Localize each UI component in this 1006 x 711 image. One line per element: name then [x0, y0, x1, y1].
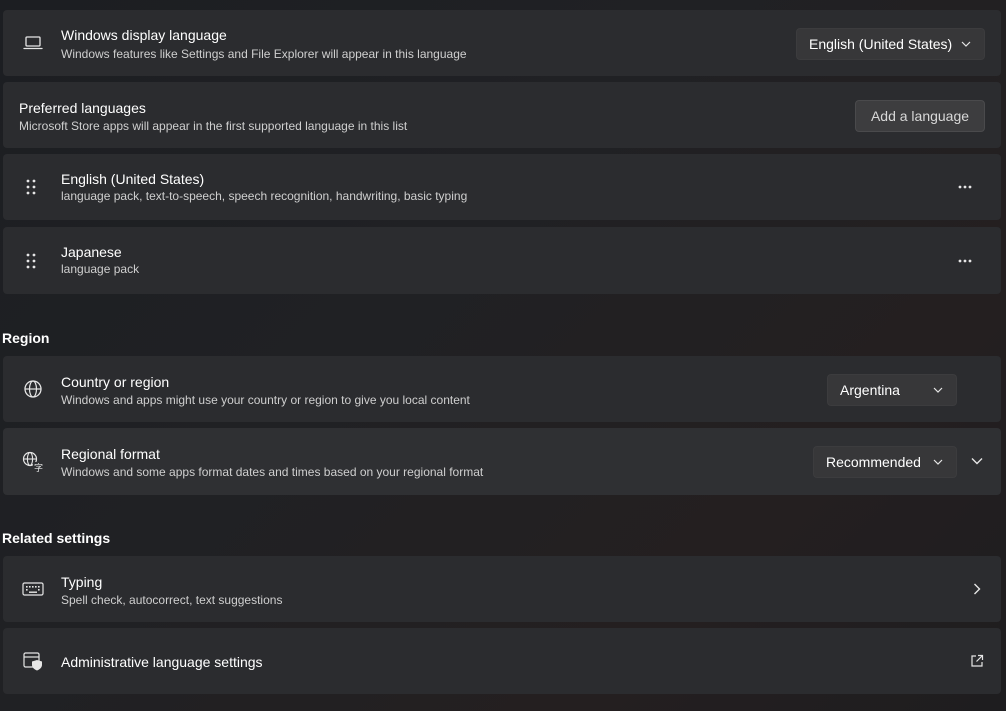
- keyboard-icon: [21, 577, 45, 601]
- display-language-title: Windows display language: [61, 27, 227, 43]
- chevron-down-icon: [932, 384, 944, 396]
- regional-format-value: Recommended: [826, 454, 921, 470]
- typing-card[interactable]: Typing Spell check, autocorrect, text su…: [3, 556, 1001, 622]
- add-language-button[interactable]: Add a language: [855, 100, 985, 132]
- regional-format-description: Windows and some apps format dates and t…: [61, 465, 484, 479]
- preferred-languages-title: Preferred languages: [19, 100, 146, 116]
- country-region-description: Windows and apps might use your country …: [61, 393, 470, 407]
- regional-format-card[interactable]: 字 Regional format Windows and some apps …: [3, 428, 1001, 495]
- laptop-icon: [21, 31, 45, 55]
- language-item-name: Japanese: [61, 244, 122, 260]
- country-region-card: Country or region Windows and apps might…: [3, 356, 1001, 422]
- language-item-features: language pack: [61, 262, 140, 276]
- preferred-languages-description: Microsoft Store apps will appear in the …: [19, 119, 408, 133]
- country-region-dropdown[interactable]: Argentina: [827, 374, 957, 406]
- more-options-icon[interactable]: [955, 177, 975, 197]
- globe-icon: [21, 377, 45, 401]
- admin-language-title: Administrative language settings: [61, 654, 263, 670]
- regional-format-title: Regional format: [61, 446, 160, 462]
- admin-language-card[interactable]: Administrative language settings: [3, 628, 1001, 694]
- expand-chevron-icon[interactable]: [967, 451, 987, 471]
- admin-shield-icon: [21, 649, 45, 673]
- typing-description: Spell check, autocorrect, text suggestio…: [61, 593, 283, 607]
- chevron-right-icon[interactable]: [967, 579, 987, 599]
- more-options-icon[interactable]: [955, 251, 975, 271]
- region-heading: Region: [2, 330, 50, 346]
- display-language-card: Windows display language Windows feature…: [3, 10, 1001, 76]
- display-language-dropdown[interactable]: English (United States): [796, 28, 985, 60]
- drag-handle-icon[interactable]: [19, 249, 43, 273]
- language-format-icon: 字: [21, 450, 45, 474]
- display-language-value: English (United States): [809, 36, 953, 52]
- display-language-description: Windows features like Settings and File …: [61, 47, 467, 61]
- language-item-english[interactable]: English (United States) language pack, t…: [3, 154, 1001, 220]
- external-link-icon[interactable]: [967, 651, 987, 671]
- chevron-down-icon: [960, 38, 972, 50]
- svg-text:字: 字: [34, 462, 43, 473]
- drag-handle-icon[interactable]: [19, 175, 43, 199]
- language-item-name: English (United States): [61, 171, 205, 187]
- country-region-value: Argentina: [840, 382, 900, 398]
- language-item-japanese[interactable]: Japanese language pack: [3, 227, 1001, 294]
- regional-format-dropdown[interactable]: Recommended: [813, 446, 957, 478]
- preferred-languages-card: Preferred languages Microsoft Store apps…: [3, 82, 1001, 148]
- country-region-title: Country or region: [61, 374, 170, 390]
- chevron-down-icon: [932, 456, 944, 468]
- language-item-features: language pack, text-to-speech, speech re…: [61, 189, 468, 203]
- typing-title: Typing: [61, 574, 103, 590]
- related-settings-heading: Related settings: [2, 530, 111, 546]
